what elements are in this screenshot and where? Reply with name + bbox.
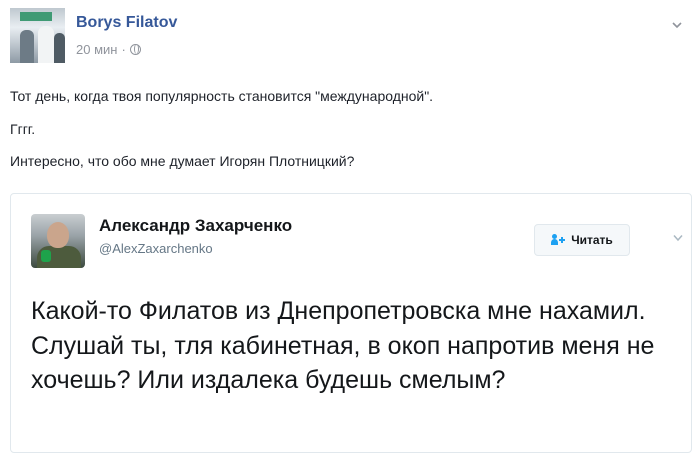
avatar-photo-detail bbox=[20, 12, 52, 21]
author-name-link[interactable]: Borys Filatov bbox=[76, 14, 177, 32]
chevron-down-icon[interactable] bbox=[672, 20, 682, 30]
chevron-down-icon[interactable] bbox=[673, 234, 683, 242]
follow-user-icon bbox=[551, 234, 566, 246]
post-meta: 20 мин · bbox=[76, 42, 141, 57]
avatar-photo-detail bbox=[47, 222, 69, 248]
post-text-line: Тот день, когда твоя популярность станов… bbox=[10, 88, 434, 104]
avatar-photo-detail bbox=[54, 33, 65, 63]
post-text-line: Гггг. bbox=[10, 121, 36, 137]
avatar-photo-detail bbox=[38, 26, 54, 63]
author-avatar[interactable] bbox=[10, 8, 65, 63]
tweet-author-handle[interactable]: @AlexZaxarchenko bbox=[99, 241, 213, 256]
meta-separator: · bbox=[121, 42, 126, 57]
follow-button[interactable]: Читать bbox=[534, 224, 630, 256]
post-header: Borys Filatov 20 мин · bbox=[10, 8, 690, 63]
globe-icon[interactable] bbox=[129, 44, 141, 55]
embedded-tweet[interactable]: Александр Захарченко @AlexZaxarchenko Чи… bbox=[10, 193, 692, 453]
tweet-text: Какой-то Филатов из Днепропетровска мне … bbox=[31, 297, 655, 394]
avatar-photo-detail bbox=[20, 30, 34, 63]
avatar-photo-detail bbox=[41, 250, 51, 262]
tweet-author-name[interactable]: Александр Захарченко bbox=[99, 216, 292, 236]
follow-button-label: Читать bbox=[571, 233, 613, 247]
post-timestamp[interactable]: 20 мин bbox=[76, 42, 117, 57]
post-text-line: Интересно, что обо мне думает Игорян Пло… bbox=[10, 153, 355, 169]
tweet-author-avatar[interactable] bbox=[31, 214, 85, 268]
